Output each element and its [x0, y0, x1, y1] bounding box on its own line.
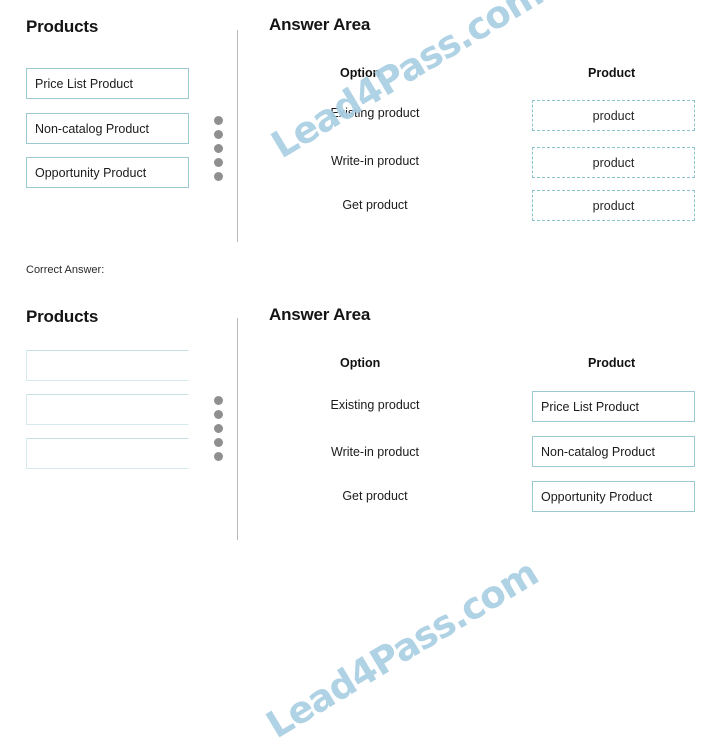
source-product-chip[interactable]: Price List Product: [26, 68, 189, 99]
products-heading: Products: [26, 307, 99, 326]
drag-dot: [214, 452, 223, 461]
option-label: Get product: [342, 198, 408, 212]
drop-target[interactable]: product: [532, 190, 695, 221]
panel-divider: [237, 318, 238, 540]
drag-handle-dots[interactable]: [214, 396, 223, 461]
option-label: Existing product: [330, 106, 420, 120]
drag-dot: [214, 158, 223, 167]
drag-dot: [214, 116, 223, 125]
products-heading: Products: [26, 17, 99, 36]
question-panel: Products Answer Area Option Product Pric…: [0, 0, 727, 255]
drag-dot: [214, 410, 223, 419]
product-column-header: Product: [588, 356, 636, 370]
drop-target-filled[interactable]: Price List Product: [532, 391, 695, 422]
drag-dot: [214, 130, 223, 139]
drag-dot: [214, 424, 223, 433]
source-product-chip-empty[interactable]: [26, 350, 189, 381]
source-product-chip-empty[interactable]: [26, 438, 189, 469]
source-product-chip[interactable]: Opportunity Product: [26, 157, 189, 188]
answer-panel: Products Answer Area Option Product Exis…: [0, 290, 727, 747]
drag-handle-dots[interactable]: [214, 116, 223, 181]
option-label: Write-in product: [331, 154, 419, 168]
drag-dot: [214, 172, 223, 181]
option-label: Write-in product: [331, 445, 419, 459]
watermark-text: Lead4Pass.com: [259, 551, 546, 747]
drop-target-filled[interactable]: Non-catalog Product: [532, 436, 695, 467]
option-column-header: Option: [340, 66, 381, 80]
source-product-chip[interactable]: Non-catalog Product: [26, 113, 189, 144]
product-column-header: Product: [588, 66, 636, 80]
drag-dot: [214, 144, 223, 153]
drag-dot: [214, 438, 223, 447]
drag-dot: [214, 396, 223, 405]
source-product-chip-empty[interactable]: [26, 394, 189, 425]
drop-target-filled[interactable]: Opportunity Product: [532, 481, 695, 512]
option-label: Get product: [342, 489, 408, 503]
drop-target[interactable]: product: [532, 100, 695, 131]
correct-answer-label: Correct Answer:: [26, 264, 105, 276]
answer-area-heading: Answer Area: [269, 305, 371, 324]
panel-divider: [237, 30, 238, 242]
answer-area-heading: Answer Area: [269, 15, 371, 34]
option-label: Existing product: [330, 398, 420, 412]
option-column-header: Option: [340, 356, 381, 370]
drop-target[interactable]: product: [532, 147, 695, 178]
